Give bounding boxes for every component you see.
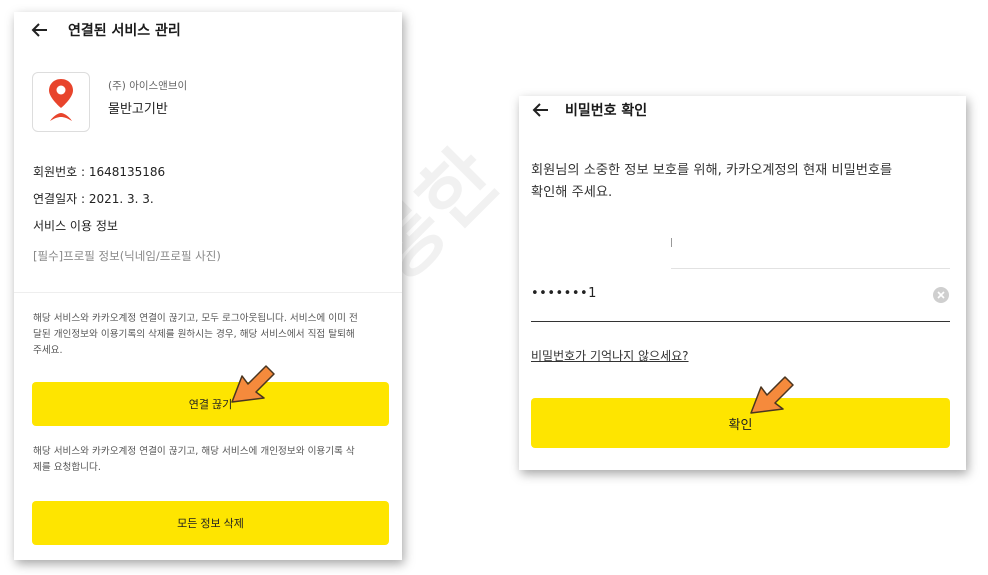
input-underline: [671, 268, 950, 269]
description-line: 회원님의 소중한 정보 보호를 위해, 카카오계정의 현재 비밀번호를: [531, 163, 893, 178]
company-name: (주) 아이스앤브이: [108, 80, 188, 92]
password-confirm-panel: 비밀번호 확인 회원님의 소중한 정보 보호를 위해, 카카오계정의 현재 비밀…: [519, 96, 966, 470]
service-info-label: 서비스 이용 정보: [33, 219, 118, 233]
forgot-password-link[interactable]: 비밀번호가 기억나지 않으세요?: [531, 347, 689, 364]
clear-circle-icon[interactable]: [933, 287, 949, 303]
app-name: 물반고기반: [108, 102, 168, 117]
confirm-button[interactable]: 확인: [531, 398, 950, 448]
divider: [14, 292, 402, 293]
delete-all-info-button[interactable]: 모든 정보 삭제: [32, 501, 389, 545]
password-field[interactable]: •••••••1: [531, 286, 597, 301]
disconnect-notice: 해당 서비스와 카카오계정 연결이 끊기고, 모두 로그아웃됩니다. 서비스에 …: [33, 311, 393, 359]
connected-date: 연결일자 : 2021. 3. 3.: [33, 192, 154, 206]
notice-line: 해당 서비스와 카카오계정 연결이 끊기고, 모두 로그아웃됩니다. 서비스에 …: [33, 313, 358, 324]
notice-line: 제를 요청합니다.: [33, 462, 101, 473]
notice-line: 주세요.: [33, 345, 63, 356]
description: 회원님의 소중한 정보 보호를 위해, 카카오계정의 현재 비밀번호를 확인해 …: [531, 160, 951, 204]
description-line: 확인해 주세요.: [531, 185, 613, 200]
required-profile-info: [필수]프로필 정보(닉네임/프로필 사진): [33, 249, 221, 263]
text-cursor: [671, 238, 672, 247]
notice-line: 해당 서비스와 카카오계정 연결이 끊기고, 해당 서비스에 개인정보와 이용기…: [33, 446, 355, 457]
arrow-left-icon[interactable]: [531, 100, 551, 120]
header: 비밀번호 확인: [531, 100, 647, 120]
member-number: 회원번호 : 1648135186: [33, 165, 166, 179]
password-underline: [531, 321, 950, 322]
notice-line: 달된 개인정보와 이용기록의 삭제를 원하시는 경우, 해당 서비스에서 직접 …: [33, 329, 355, 340]
connected-services-panel: 연결된 서비스 관리 (주) 아이스앤브이 물반고기반 회원번호 : 16481…: [14, 12, 402, 560]
disconnect-button[interactable]: 연결 끊기: [32, 382, 389, 426]
delete-notice: 해당 서비스와 카카오계정 연결이 끊기고, 해당 서비스에 개인정보와 이용기…: [33, 444, 393, 476]
page-title: 연결된 서비스 관리: [68, 23, 181, 39]
arrow-left-icon[interactable]: [30, 20, 50, 40]
page-title: 비밀번호 확인: [565, 103, 648, 119]
app-logo: [32, 72, 90, 132]
map-pin-fish-icon: [46, 77, 76, 127]
header: 연결된 서비스 관리: [30, 20, 181, 40]
